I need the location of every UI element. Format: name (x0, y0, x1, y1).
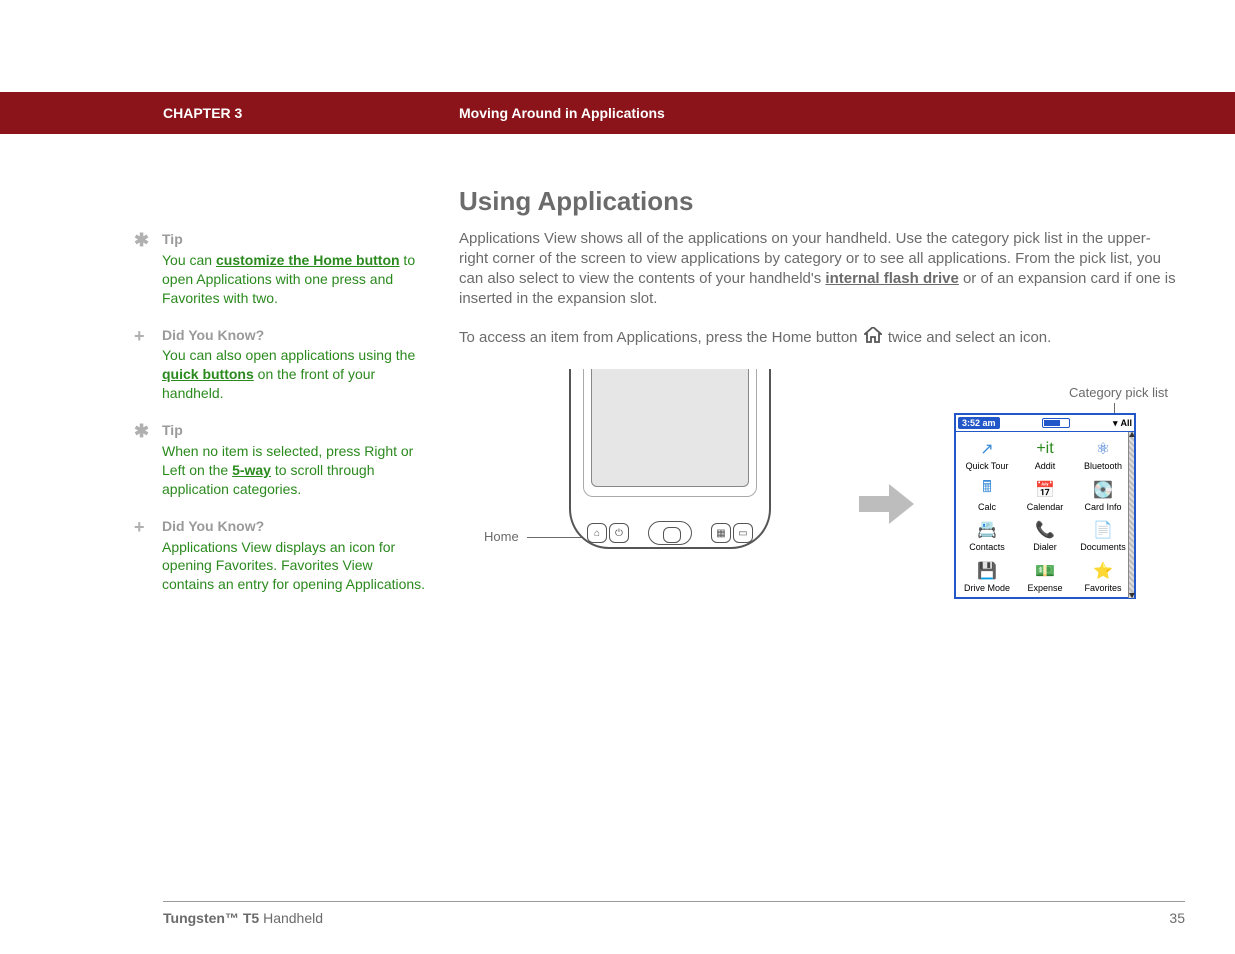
device-buttons: ⌂ ⏻ ▦ ▭ (587, 521, 753, 545)
plus-icon: + (128, 326, 162, 404)
calendar-button-icon: ▦ (711, 523, 731, 543)
app-icon: 📄 (1091, 519, 1115, 541)
arrow-icon (859, 484, 914, 529)
sidebar-link[interactable]: quick buttons (162, 366, 254, 382)
app-icon: ↗ (975, 438, 999, 460)
sidebar-block: +Did You Know?You can also open applicat… (128, 326, 428, 404)
sidebar-block: ✱Tip When no item is selected, press Righ… (128, 421, 428, 499)
sidebar-text: When no item is selected, press Right or… (162, 442, 428, 499)
app-label: Favorites (1084, 583, 1121, 593)
figure-area: Home ⌂ ⏻ ▦ ▭ Category pick list (459, 369, 1179, 629)
app-calendar[interactable]: 📅Calendar (1016, 475, 1074, 516)
app-label: Calc (978, 502, 996, 512)
app-icon: 💵 (1033, 560, 1057, 582)
access-paragraph: To access an item from Applications, pre… (459, 327, 1179, 349)
category-label: Category pick list (1069, 385, 1168, 400)
home-icon (864, 327, 882, 349)
app-label: Contacts (969, 542, 1005, 552)
app-label: Dialer (1033, 542, 1057, 552)
page-number: 35 (1169, 910, 1185, 926)
sidebar-heading: Did You Know? (162, 517, 428, 536)
app-addit[interactable]: +itAddit (1016, 434, 1074, 475)
chapter-title: Moving Around in Applications (459, 105, 665, 121)
app-drive-mode[interactable]: 💾Drive Mode (958, 556, 1016, 597)
app-icon: 📇 (975, 519, 999, 541)
main-content: Using Applications Applications View sho… (459, 186, 1179, 629)
footer: Tungsten™ T5 Handheld 35 (0, 901, 1235, 926)
app-icon: ⚛ (1091, 438, 1115, 460)
app-label: Drive Mode (964, 583, 1010, 593)
category-value: All (1120, 418, 1132, 428)
app-calc[interactable]: 🖩Calc (958, 475, 1016, 516)
app-bluetooth[interactable]: ⚛Bluetooth (1074, 434, 1132, 475)
app-icon: 💽 (1091, 479, 1115, 501)
palm-time: 3:52 am (958, 417, 1000, 429)
nav-button (648, 521, 692, 545)
app-dialer[interactable]: 📞Dialer (1016, 515, 1074, 556)
section-heading: Using Applications (459, 186, 1179, 217)
plus-icon: + (128, 517, 162, 595)
intro-paragraph: Applications View shows all of the appli… (459, 229, 1179, 309)
app-icon: +it (1033, 438, 1057, 460)
sidebar: ✱TipYou can customize the Home button to… (128, 230, 428, 612)
palm-status-bar: 3:52 am ▾ All (956, 415, 1134, 432)
sidebar-block: ✱Tip You can customize the Home button to… (128, 230, 428, 308)
chapter-header: CHAPTER 3 Moving Around in Applications (0, 92, 1235, 134)
internal-flash-link[interactable]: internal flash drive (825, 270, 958, 287)
sidebar-link[interactable]: 5-way (232, 462, 271, 478)
app-icon: ⭐ (1091, 560, 1115, 582)
app-label: Quick Tour (966, 461, 1009, 471)
sidebar-text: Applications View displays an icon for o… (162, 538, 428, 595)
app-contacts[interactable]: 📇Contacts (958, 515, 1016, 556)
app-icon: 🖩 (975, 479, 999, 501)
palm-screenshot: 3:52 am ▾ All ↗Quick Tour+itAddit⚛Blueto… (954, 413, 1136, 599)
sidebar-link[interactable]: customize the Home button (216, 252, 400, 268)
app-icon: 📞 (1033, 519, 1057, 541)
sidebar-heading: Tip (162, 421, 428, 440)
category-pick-list[interactable]: ▾ All (1113, 418, 1132, 429)
product-name: Tungsten™ T5 Handheld (163, 910, 323, 926)
sidebar-heading: Did You Know? (162, 326, 428, 345)
app-icon: 📅 (1033, 479, 1057, 501)
home-label: Home (484, 529, 519, 544)
folder-button-icon: ▭ (733, 523, 753, 543)
sidebar-text: You can customize the Home button to ope… (162, 251, 428, 308)
app-icon: 💾 (975, 560, 999, 582)
home-button-icon: ⌂ (587, 523, 607, 543)
app-expense[interactable]: 💵Expense (1016, 556, 1074, 597)
app-label: Card Info (1084, 502, 1121, 512)
asterisk-icon: ✱ (128, 421, 162, 499)
apps-grid: ↗Quick Tour+itAddit⚛Bluetooth🖩Calc📅Calen… (956, 432, 1134, 598)
sidebar-heading: Tip (162, 230, 428, 249)
battery-icon (1042, 418, 1070, 428)
dropdown-arrow-icon: ▾ (1113, 418, 1118, 429)
app-card-info[interactable]: 💽Card Info (1074, 475, 1132, 516)
app-quick-tour[interactable]: ↗Quick Tour (958, 434, 1016, 475)
app-label: Expense (1027, 583, 1062, 593)
chapter-number: CHAPTER 3 (163, 105, 242, 121)
app-favorites[interactable]: ⭐Favorites (1074, 556, 1132, 597)
app-label: Addit (1035, 461, 1056, 471)
device-illustration: ⌂ ⏻ ▦ ▭ (569, 369, 771, 574)
power-button-icon: ⏻ (609, 523, 629, 543)
app-documents[interactable]: 📄Documents (1074, 515, 1132, 556)
asterisk-icon: ✱ (128, 230, 162, 308)
app-label: Calendar (1027, 502, 1064, 512)
sidebar-text: You can also open applications using the… (162, 346, 428, 403)
scroll-bar[interactable] (1128, 432, 1134, 598)
app-label: Bluetooth (1084, 461, 1122, 471)
device-screen (591, 369, 749, 487)
app-label: Documents (1080, 542, 1126, 552)
sidebar-block: +Did You Know? Applications View displays… (128, 517, 428, 595)
